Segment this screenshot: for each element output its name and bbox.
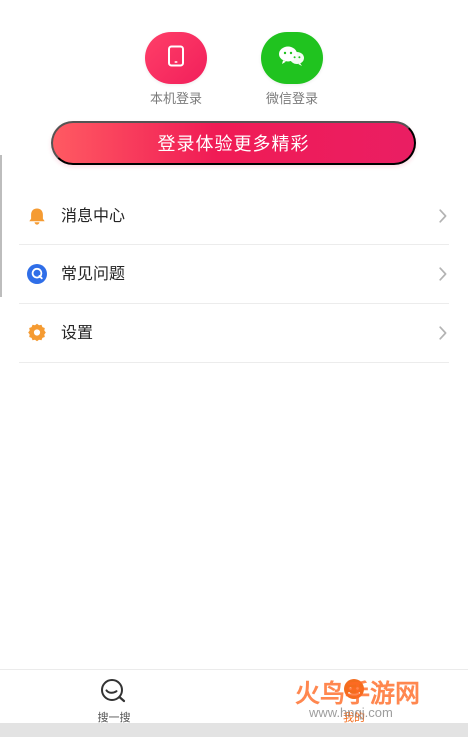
phone-login-button[interactable] <box>145 32 207 84</box>
system-bottom-bar <box>0 723 468 737</box>
wechat-login-option[interactable]: 微信登录 <box>242 32 342 112</box>
phone-login-option[interactable]: 本机登录 <box>126 32 226 112</box>
nav-search[interactable]: 搜一搜 <box>69 674 159 728</box>
gear-icon <box>23 319 51 347</box>
menu-item-faq[interactable]: 常见问题 <box>19 245 449 304</box>
left-edge-shadow <box>0 155 2 297</box>
chevron-right-icon <box>437 208 449 224</box>
menu-item-settings[interactable]: 设置 <box>19 304 449 363</box>
chevron-right-icon <box>437 266 449 282</box>
login-cta-button[interactable]: 登录体验更多精彩 <box>51 121 416 165</box>
wechat-login-button[interactable] <box>261 32 323 84</box>
chevron-right-icon <box>437 325 449 341</box>
profile-menu: 消息中心 常见问题 设置 <box>19 188 449 363</box>
wechat-login-label: 微信登录 <box>265 92 318 107</box>
tablet-phone-icon <box>167 45 185 71</box>
search-icon <box>69 674 159 708</box>
menu-item-message-center[interactable]: 消息中心 <box>19 188 449 245</box>
login-options: 本机登录 微信登录 <box>0 32 468 112</box>
wechat-icon <box>276 44 308 72</box>
faq-bubble-icon <box>23 260 51 288</box>
menu-item-label: 设置 <box>61 323 94 342</box>
bell-icon <box>23 202 51 230</box>
menu-item-label: 常见问题 <box>61 264 126 283</box>
menu-item-label: 消息中心 <box>61 206 126 225</box>
nav-profile[interactable]: 我的 <box>309 674 399 728</box>
phone-login-label: 本机登录 <box>149 92 202 107</box>
profile-icon <box>309 674 399 708</box>
